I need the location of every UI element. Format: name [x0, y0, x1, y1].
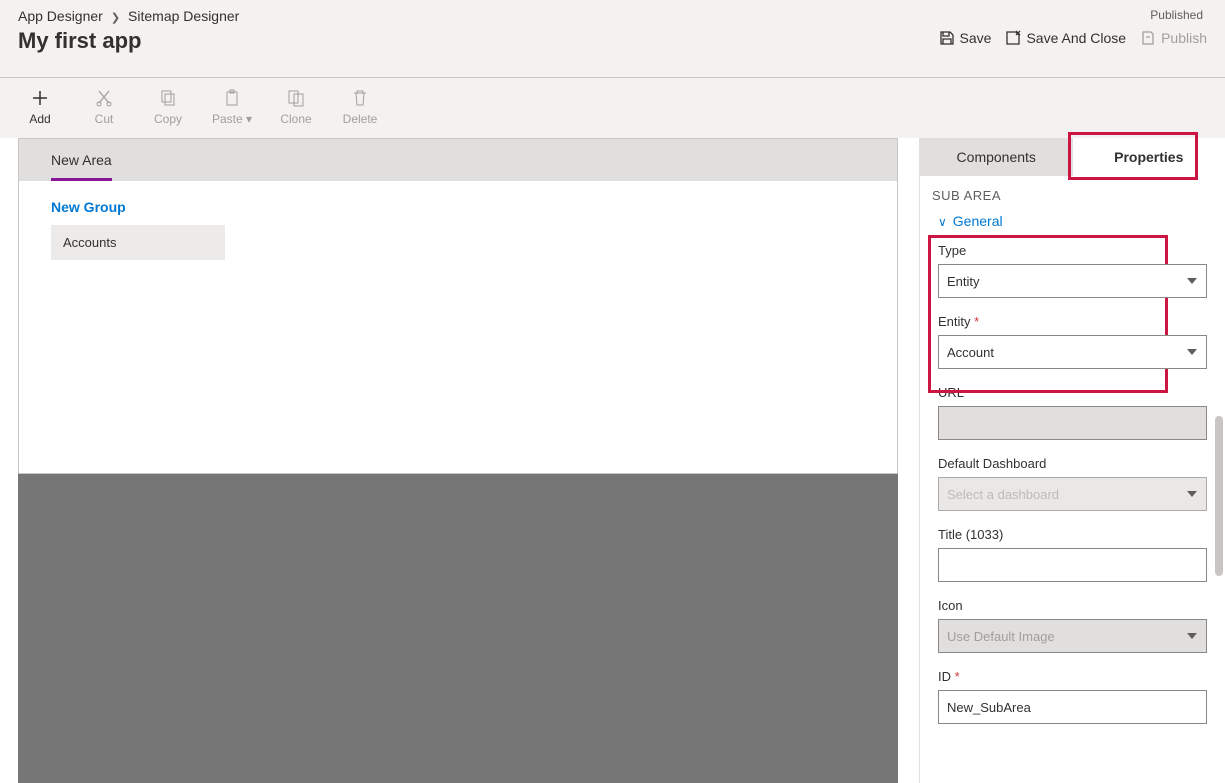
title-input[interactable]	[938, 548, 1207, 582]
paste-label: Paste ▾	[212, 112, 252, 126]
paste-icon	[222, 88, 242, 108]
icon-select[interactable]: Use Default Image	[938, 619, 1207, 653]
tab-properties[interactable]: Properties	[1073, 138, 1225, 176]
save-button[interactable]: Save	[939, 30, 992, 46]
clone-label: Clone	[280, 112, 311, 126]
field-id: ID	[938, 669, 1207, 724]
add-button[interactable]: Add	[18, 88, 62, 132]
section-title: SUB AREA	[932, 176, 1207, 213]
status-badge: Published	[1150, 8, 1203, 22]
publish-label: Publish	[1161, 30, 1207, 46]
general-label: General	[953, 213, 1003, 229]
save-label: Save	[960, 30, 992, 46]
panel-scroll[interactable]: SUB AREA General Type Entity	[920, 176, 1225, 783]
type-label: Type	[938, 243, 1207, 258]
field-type: Type Entity	[938, 243, 1207, 298]
title-label: Title (1033)	[938, 527, 1207, 542]
panel-body: SUB AREA General Type Entity	[920, 176, 1225, 758]
copy-button: Copy	[146, 88, 190, 132]
url-label: URL	[938, 385, 1207, 400]
save-close-label: Save And Close	[1026, 30, 1126, 46]
save-close-icon	[1005, 30, 1021, 46]
page-title: My first app	[18, 28, 239, 54]
canvas-backdrop	[18, 474, 898, 783]
header-left: App Designer Sitemap Designer My first a…	[18, 8, 239, 54]
clone-icon	[286, 88, 306, 108]
header-right: Published Save Save And Close Publish	[939, 8, 1207, 46]
breadcrumb-item-2[interactable]: Sitemap Designer	[128, 8, 239, 24]
id-label: ID	[938, 669, 1207, 684]
add-label: Add	[29, 112, 50, 126]
panel-tabs: Components Properties	[920, 138, 1225, 176]
breadcrumb-item-1[interactable]: App Designer	[18, 8, 103, 24]
icon-label: Icon	[938, 598, 1207, 613]
cut-icon	[94, 88, 114, 108]
type-select[interactable]: Entity	[938, 264, 1207, 298]
field-entity: Entity Account	[938, 314, 1207, 369]
clone-button: Clone	[274, 88, 318, 132]
breadcrumb: App Designer Sitemap Designer	[18, 8, 239, 24]
cut-label: Cut	[95, 112, 114, 126]
entity-select[interactable]: Account	[938, 335, 1207, 369]
id-input[interactable]	[938, 690, 1207, 724]
header: App Designer Sitemap Designer My first a…	[0, 0, 1225, 78]
field-title: Title (1033)	[938, 527, 1207, 582]
cut-button: Cut	[82, 88, 126, 132]
publish-button: Publish	[1140, 30, 1207, 46]
sitemap-canvas[interactable]: New Area New Group Accounts	[18, 138, 898, 474]
tab-components[interactable]: Components	[920, 138, 1073, 176]
paste-button: Paste ▾	[210, 88, 254, 132]
delete-button: Delete	[338, 88, 382, 132]
entity-label: Entity	[938, 314, 1207, 329]
save-and-close-button[interactable]: Save And Close	[1005, 30, 1126, 46]
trash-icon	[350, 88, 370, 108]
area-tab[interactable]: New Area	[51, 142, 112, 181]
field-icon: Icon Use Default Image	[938, 598, 1207, 653]
plus-icon	[30, 88, 50, 108]
subarea-item[interactable]: Accounts	[51, 225, 225, 260]
breadcrumb-separator-icon	[109, 8, 122, 24]
publish-icon	[1140, 30, 1156, 46]
field-url: URL	[938, 385, 1207, 440]
toolbar: Add Cut Copy Paste ▾ Clone Delete	[0, 78, 1225, 138]
save-icon	[939, 30, 955, 46]
chevron-down-icon	[938, 213, 947, 229]
dashboard-select: Select a dashboard	[938, 477, 1207, 511]
copy-icon	[158, 88, 178, 108]
group-title[interactable]: New Group	[51, 199, 897, 215]
scrollbar-thumb[interactable]	[1215, 416, 1223, 576]
copy-label: Copy	[154, 112, 182, 126]
url-input	[938, 406, 1207, 440]
field-default-dashboard: Default Dashboard Select a dashboard	[938, 456, 1207, 511]
properties-panel: Components Properties SUB AREA General T…	[919, 138, 1225, 783]
header-actions: Save Save And Close Publish	[939, 30, 1207, 46]
delete-label: Delete	[343, 112, 378, 126]
main: New Area New Group Accounts Components P…	[0, 138, 1225, 783]
general-section-header[interactable]: General	[938, 213, 1207, 229]
area-tab-row: New Area	[19, 139, 897, 181]
canvas-column: New Area New Group Accounts	[0, 138, 919, 783]
group-block: New Group Accounts	[19, 181, 897, 260]
dashboard-label: Default Dashboard	[938, 456, 1207, 471]
